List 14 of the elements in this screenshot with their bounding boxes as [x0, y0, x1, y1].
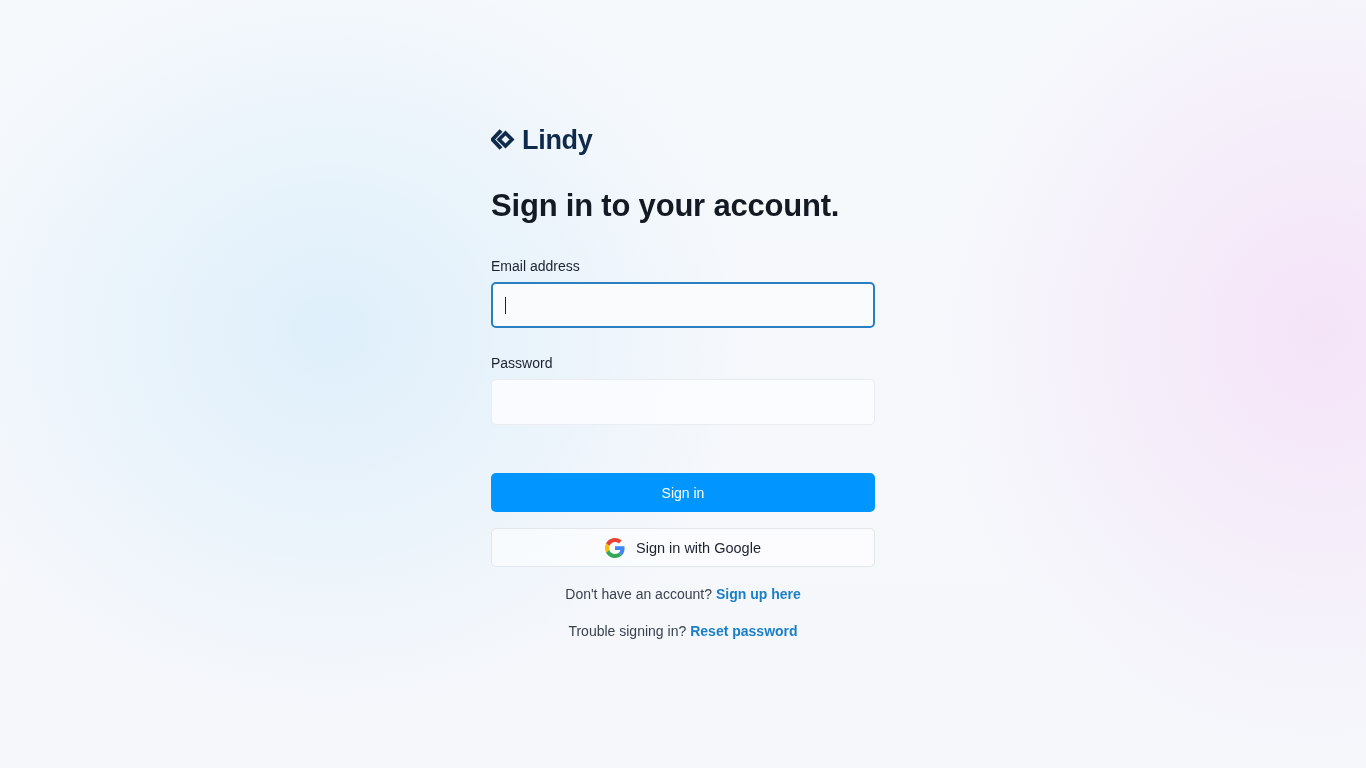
page-heading: Sign in to your account. [491, 188, 841, 224]
google-g-icon [605, 537, 626, 558]
field-label: Email address [491, 258, 580, 274]
text-link[interactable]: Reset password [690, 623, 798, 639]
sign-in-button[interactable]: Sign in [491, 473, 875, 512]
text-cursor-icon [505, 296, 506, 314]
input-field[interactable] [491, 282, 875, 328]
prompt-text: Don't have an account? [565, 586, 712, 602]
prompt-text: Trouble signing in? [568, 623, 687, 639]
diamond-logo-icon [491, 128, 515, 152]
field-label: Password [491, 355, 553, 371]
text-link[interactable]: Sign up here [715, 586, 801, 602]
logo-wordmark: Lindy [522, 126, 593, 154]
google-sign-in-button[interactable]: Sign in with Google [491, 528, 875, 567]
